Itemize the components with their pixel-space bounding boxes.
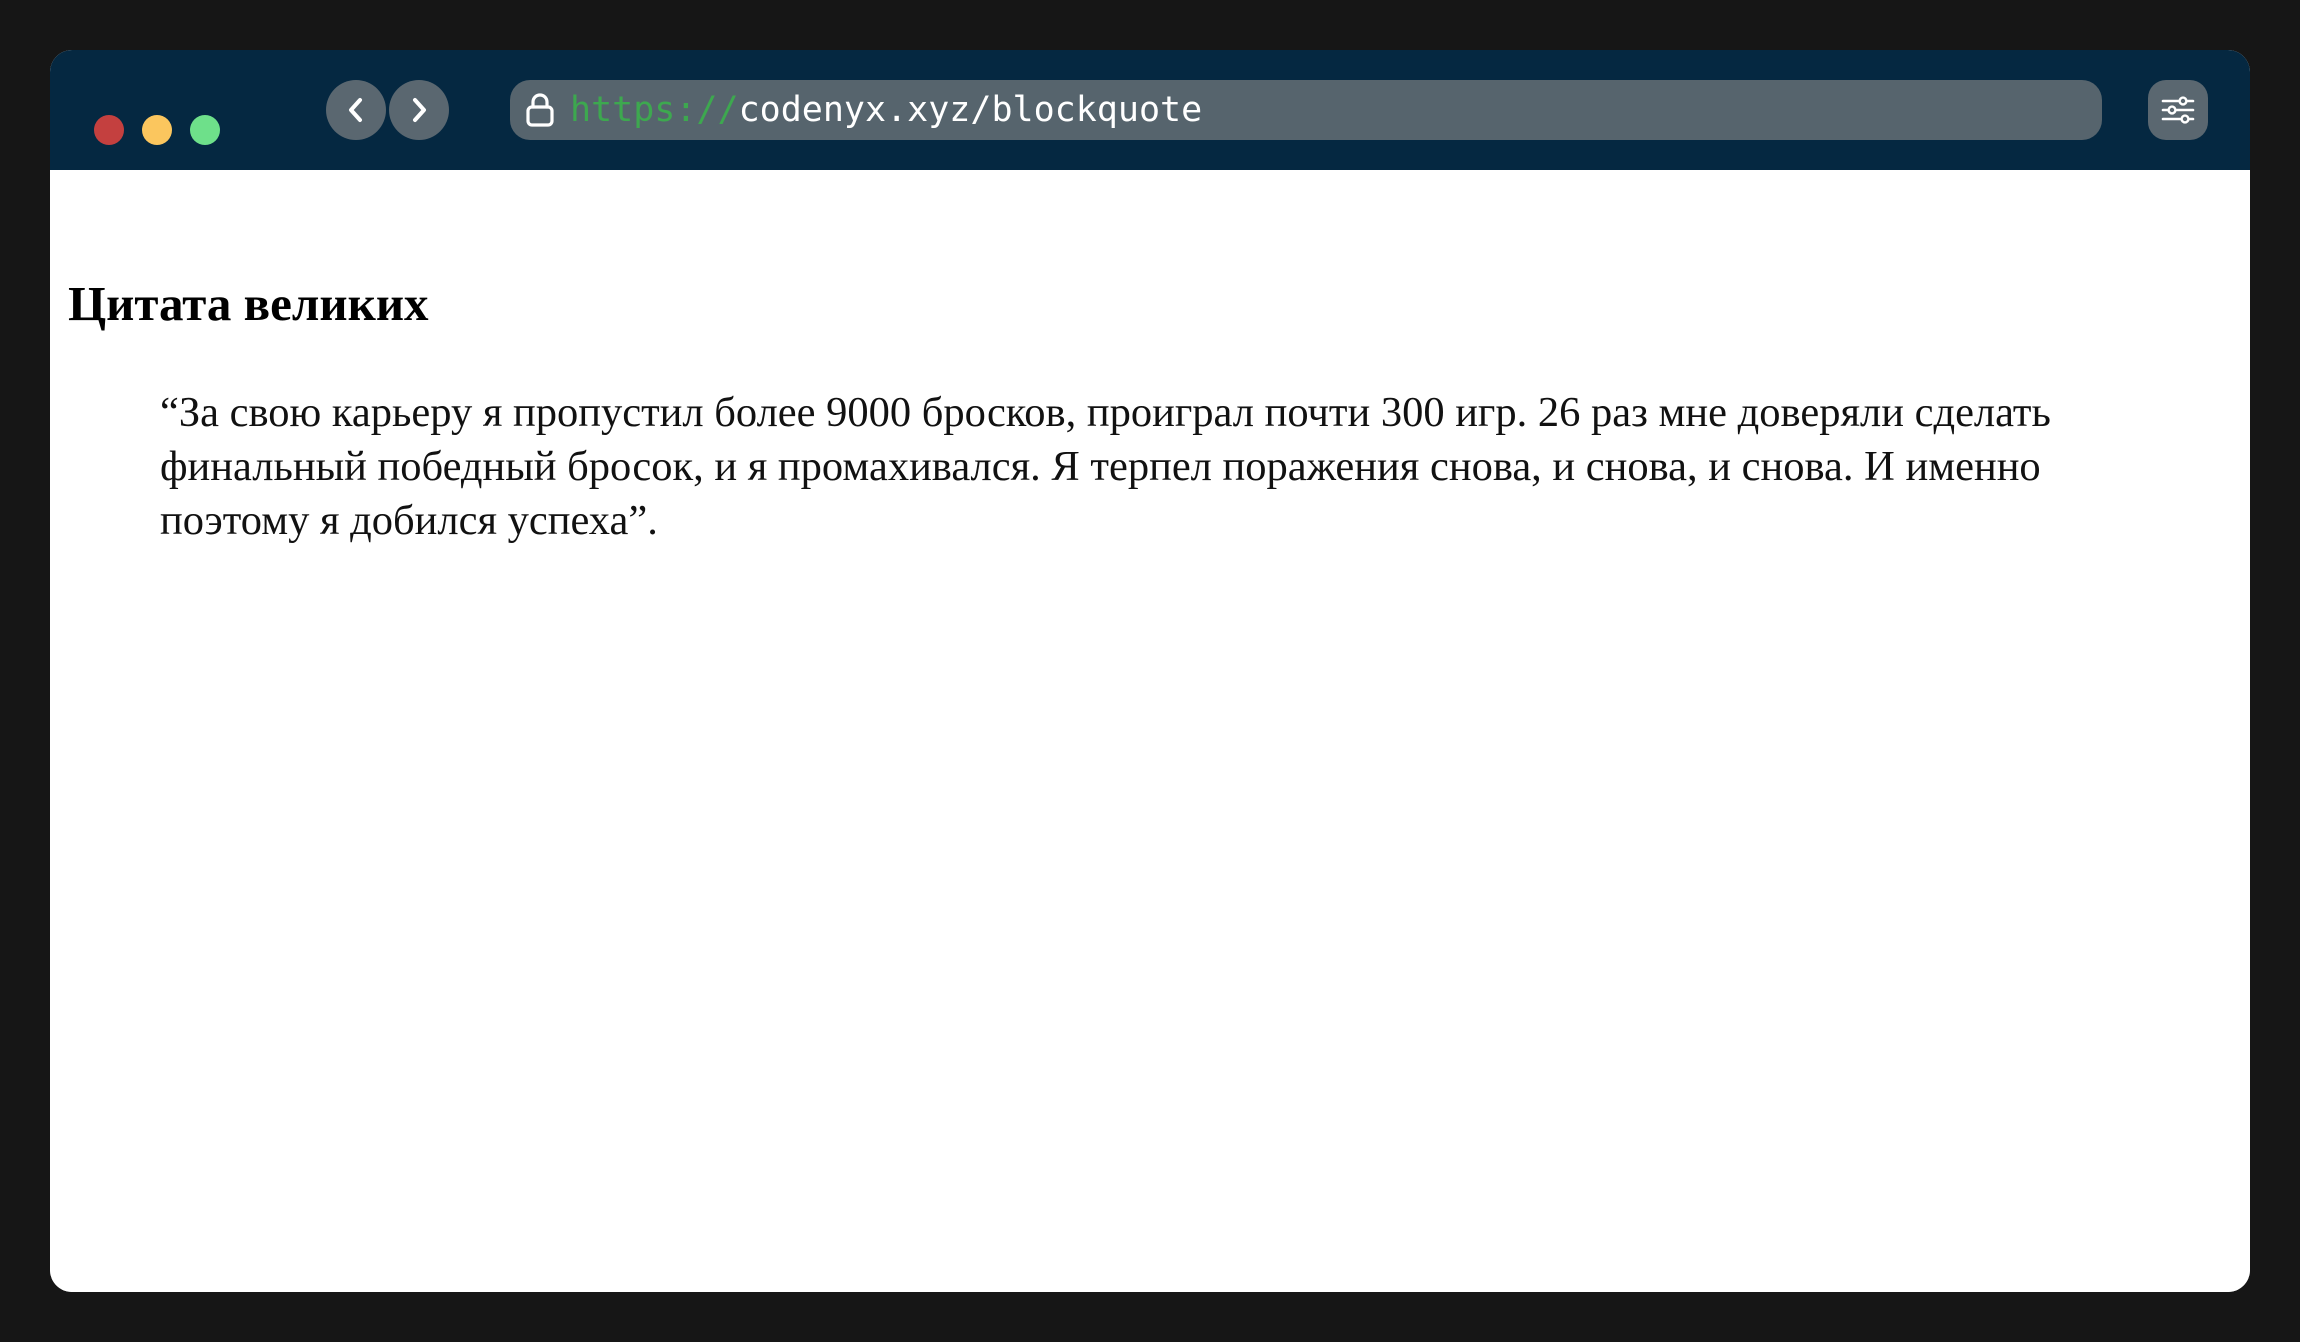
address-bar[interactable]: https://codenyx.xyz/blockquote	[510, 80, 2102, 140]
browser-titlebar: https://codenyx.xyz/blockquote	[50, 50, 2250, 170]
forward-button[interactable]	[389, 80, 449, 140]
chevron-left-icon	[349, 98, 362, 122]
url-text: https://codenyx.xyz/blockquote	[570, 80, 1202, 140]
url-host-path: codenyx.xyz/blockquote	[738, 90, 1203, 130]
page-title: Цитата великих	[68, 276, 429, 331]
chevron-right-icon	[413, 98, 426, 122]
sliders-icon	[2161, 96, 2195, 124]
maximize-window-button[interactable]	[190, 115, 220, 145]
browser-window: https://codenyx.xyz/blockquote Цитата ве…	[50, 50, 2250, 1292]
back-button[interactable]	[326, 80, 386, 140]
lock-icon	[526, 93, 554, 127]
close-window-button[interactable]	[94, 115, 124, 145]
minimize-window-button[interactable]	[142, 115, 172, 145]
blockquote: “За свою карьеру я пропустил более 9000 …	[160, 389, 2051, 544]
page-content: Цитата великих “За свою карьеру я пропус…	[50, 170, 2250, 1292]
settings-button[interactable]	[2148, 80, 2208, 140]
url-scheme: https://	[570, 90, 739, 130]
